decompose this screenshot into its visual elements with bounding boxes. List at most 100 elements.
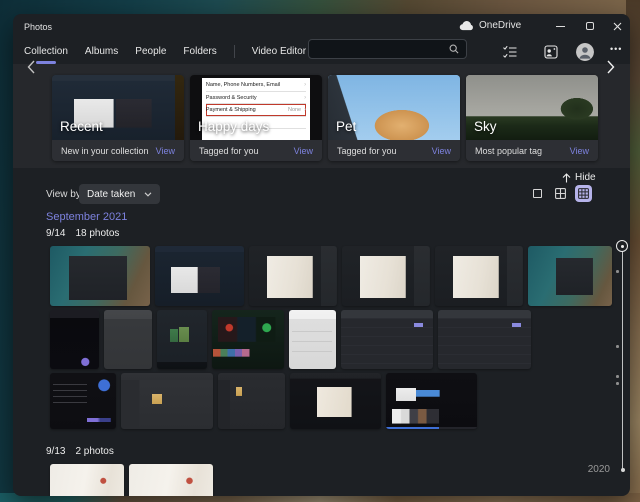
card-caption: Most popular tag bbox=[475, 145, 543, 156]
search-icon bbox=[449, 44, 459, 54]
photo-thumbnail[interactable] bbox=[104, 310, 152, 369]
settings-row-label: Password & Security bbox=[205, 94, 257, 101]
tab-folders[interactable]: Folders bbox=[183, 46, 216, 57]
photo-thumbnail[interactable] bbox=[218, 373, 285, 429]
card-title: Pet bbox=[336, 119, 357, 134]
minimize-button[interactable] bbox=[553, 19, 567, 33]
chevron-down-icon bbox=[144, 191, 152, 197]
chevron-right-icon: › bbox=[304, 107, 307, 113]
view-size-toggles bbox=[529, 185, 592, 202]
nav-tabs: Collection Albums People Folders Video Edito… bbox=[24, 43, 306, 59]
more-button[interactable]: ••• bbox=[610, 44, 622, 54]
search-box[interactable] bbox=[308, 39, 467, 59]
photo-thumbnail[interactable] bbox=[249, 246, 337, 306]
close-button[interactable] bbox=[610, 19, 624, 33]
hide-label: Hide bbox=[575, 172, 596, 183]
card-view-link[interactable]: View bbox=[156, 146, 175, 156]
hero-card-recent[interactable]: Recent New in your collection View bbox=[52, 75, 184, 161]
close-icon bbox=[613, 22, 621, 30]
card-caption: New in your collection bbox=[61, 145, 149, 156]
photo-row bbox=[50, 246, 612, 306]
photo-thumbnail[interactable] bbox=[121, 373, 213, 429]
tab-people[interactable]: People bbox=[135, 46, 166, 57]
settings-row: Payment & Shipping None › bbox=[205, 104, 307, 117]
month-header[interactable]: September 2021 bbox=[46, 211, 127, 223]
card-title: Sky bbox=[474, 119, 497, 134]
minimize-icon bbox=[555, 25, 565, 27]
view-by-value: Date taken bbox=[87, 188, 136, 200]
card-caption-bar: Tagged for you View bbox=[328, 140, 460, 161]
photo-thumbnail[interactable] bbox=[129, 464, 213, 496]
view-medium-button[interactable] bbox=[552, 185, 569, 202]
photo-thumbnail[interactable] bbox=[341, 310, 433, 369]
photo-thumbnail[interactable] bbox=[386, 373, 477, 429]
hide-carousel-button[interactable]: Hide bbox=[562, 172, 596, 183]
photo-thumbnail[interactable] bbox=[50, 464, 124, 496]
timeline-scrubber-handle[interactable] bbox=[616, 240, 628, 252]
search-input[interactable] bbox=[309, 44, 449, 54]
photo-thumbnail[interactable] bbox=[50, 373, 116, 429]
photo-thumbnail[interactable] bbox=[342, 246, 430, 306]
arrow-up-icon bbox=[562, 172, 571, 182]
account-avatar[interactable] bbox=[576, 43, 594, 61]
tab-video-editor[interactable]: Video Editor bbox=[252, 46, 306, 57]
view-small-button[interactable] bbox=[575, 185, 592, 202]
card-caption-bar: Tagged for you View bbox=[190, 140, 322, 161]
chevron-right-icon: › bbox=[304, 82, 307, 88]
hero-card-happy-days[interactable]: Name, Phone Numbers, Email › Password & Se… bbox=[190, 75, 322, 161]
photo-thumbnail[interactable] bbox=[50, 246, 150, 306]
onedrive-status[interactable]: OneDrive bbox=[459, 20, 521, 31]
card-image: Sky bbox=[466, 75, 598, 140]
photo-thumbnail[interactable] bbox=[155, 246, 244, 306]
card-view-link[interactable]: View bbox=[432, 146, 451, 156]
photo-row bbox=[50, 464, 612, 496]
chevron-right-icon bbox=[607, 60, 615, 74]
section-date[interactable]: 9/14 bbox=[46, 228, 65, 239]
card-image: Name, Phone Numbers, Email › Password & Se… bbox=[190, 75, 322, 140]
photo-thumbnail[interactable] bbox=[290, 373, 381, 429]
nav-divider bbox=[233, 44, 235, 58]
select-multiple-button[interactable] bbox=[503, 45, 517, 58]
settings-row-label: Payment & Shipping bbox=[205, 107, 256, 113]
avatar-icon bbox=[576, 43, 594, 61]
view-large-button[interactable] bbox=[529, 185, 546, 202]
card-caption-bar: Most popular tag View bbox=[466, 140, 598, 161]
timeline-end-dot bbox=[620, 468, 625, 472]
card-view-link[interactable]: View bbox=[570, 146, 589, 156]
hero-card-sky[interactable]: Sky Most popular tag View bbox=[466, 75, 598, 161]
maximize-icon bbox=[586, 22, 594, 30]
hero-card-pet[interactable]: Pet Tagged for you View bbox=[328, 75, 460, 161]
more-icon: ••• bbox=[610, 44, 623, 54]
tab-collection[interactable]: Collection bbox=[24, 46, 68, 57]
photo-thumbnail[interactable] bbox=[212, 310, 284, 369]
photos-app-window: Photos OneDrive Collection Albums People Fo… bbox=[13, 14, 630, 496]
photo-thumbnail[interactable] bbox=[289, 310, 336, 369]
card-view-link[interactable]: View bbox=[294, 146, 313, 156]
section-date[interactable]: 9/13 bbox=[46, 446, 65, 457]
view-large-icon bbox=[533, 189, 542, 198]
view-by-dropdown[interactable]: Date taken bbox=[79, 184, 160, 204]
timeline-dot bbox=[616, 382, 619, 385]
card-caption: Tagged for you bbox=[337, 145, 397, 156]
people-tag-icon bbox=[544, 45, 558, 59]
carousel-prev-button[interactable] bbox=[27, 60, 35, 74]
carousel-next-button[interactable] bbox=[607, 60, 615, 74]
maximize-button[interactable] bbox=[583, 19, 597, 33]
timeline-year-marker: 2020 bbox=[587, 464, 610, 475]
tab-albums[interactable]: Albums bbox=[85, 46, 118, 57]
hero-carousel: Recent New in your collection View Name, Ph… bbox=[13, 64, 630, 168]
settings-row: Name, Phone Numbers, Email › bbox=[205, 79, 307, 92]
card-title: Happy days bbox=[198, 119, 270, 134]
settings-row-value: None bbox=[287, 107, 302, 113]
photo-row bbox=[50, 373, 612, 429]
timeline-scrollbar[interactable] bbox=[622, 246, 623, 470]
photo-thumbnail[interactable] bbox=[157, 310, 207, 369]
people-tag-button[interactable] bbox=[544, 45, 558, 59]
photo-thumbnail[interactable] bbox=[528, 246, 612, 306]
section-header: 9/13 2 photos bbox=[46, 445, 612, 458]
photo-thumbnail[interactable] bbox=[438, 310, 531, 369]
photo-thumbnail[interactable] bbox=[435, 246, 523, 306]
onedrive-label: OneDrive bbox=[479, 20, 522, 31]
photo-row bbox=[50, 310, 612, 369]
photo-thumbnail[interactable] bbox=[50, 310, 99, 369]
